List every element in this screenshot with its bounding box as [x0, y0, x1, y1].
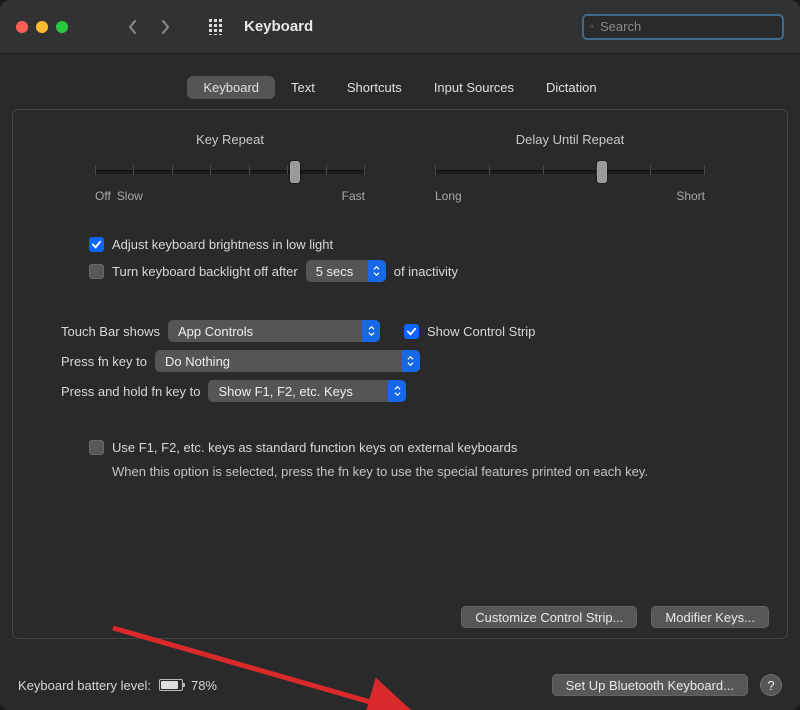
window-title: Keyboard [244, 18, 313, 35]
label-inactivity: of inactivity [394, 264, 458, 279]
label-backlight-off: Turn keyboard backlight off after [112, 264, 298, 279]
checkbox-backlight-off[interactable] [89, 264, 104, 279]
delay-repeat-label: Delay Until Repeat [435, 132, 705, 147]
keyboard-panel: Key Repeat Off Slow Fast Delay Until Repe… [12, 109, 788, 639]
key-repeat-block: Key Repeat Off Slow Fast [95, 132, 365, 203]
row-use-fkeys: Use F1, F2, etc. keys as standard functi… [89, 440, 769, 455]
tab-bar: Keyboard Text Shortcuts Input Sources Di… [12, 76, 788, 99]
preferences-window: Keyboard Keyboard Text Shortcuts Input S… [0, 0, 800, 710]
key-repeat-slow: Slow [117, 189, 143, 203]
select-touchbar[interactable]: App Controls [168, 320, 380, 342]
select-backlight-duration[interactable]: 5 secs [306, 260, 386, 282]
close-button[interactable] [16, 21, 28, 33]
key-repeat-label: Key Repeat [95, 132, 365, 147]
delay-repeat-slider[interactable] [435, 157, 705, 185]
row-backlight-off: Turn keyboard backlight off after 5 secs… [89, 260, 769, 282]
delay-repeat-long: Long [435, 189, 462, 203]
delay-repeat-short: Short [676, 189, 705, 203]
window-controls [16, 21, 68, 33]
checkmark-icon [406, 326, 417, 337]
row-adjust-brightness: Adjust keyboard brightness in low light [89, 237, 769, 252]
row-fn: Press fn key to Do Nothing [61, 350, 769, 372]
maximize-button[interactable] [56, 21, 68, 33]
delay-repeat-block: Delay Until Repeat Long Short [435, 132, 705, 203]
tab-shortcuts[interactable]: Shortcuts [331, 76, 418, 99]
label-adjust-brightness: Adjust keyboard brightness in low light [112, 237, 333, 252]
tab-dictation[interactable]: Dictation [530, 76, 613, 99]
key-repeat-off: Off [95, 189, 111, 203]
search-icon [590, 20, 594, 33]
updown-icon [368, 260, 386, 282]
back-button[interactable] [122, 16, 144, 38]
search-input[interactable] [600, 19, 776, 34]
label-fn: Press fn key to [61, 354, 147, 369]
label-hold-fn: Press and hold fn key to [61, 384, 200, 399]
search-field[interactable] [582, 14, 784, 40]
minimize-button[interactable] [36, 21, 48, 33]
help-use-fkeys: When this option is selected, press the … [112, 463, 752, 482]
select-hold-fn[interactable]: Show F1, F2, etc. Keys [208, 380, 406, 402]
forward-button[interactable] [154, 16, 176, 38]
checkbox-show-control-strip[interactable] [404, 324, 419, 339]
modifier-keys-button[interactable]: Modifier Keys... [651, 606, 769, 628]
customize-control-strip-button[interactable]: Customize Control Strip... [461, 606, 637, 628]
help-button[interactable]: ? [760, 674, 782, 696]
updown-icon [388, 380, 406, 402]
battery-icon [159, 679, 183, 691]
footer: Keyboard battery level: 78% Set Up Bluet… [0, 660, 800, 710]
label-use-fkeys: Use F1, F2, etc. keys as standard functi… [112, 440, 517, 455]
updown-icon [362, 320, 380, 342]
checkbox-adjust-brightness[interactable] [89, 237, 104, 252]
battery-label: Keyboard battery level: [18, 678, 151, 693]
battery-percent: 78% [191, 678, 217, 693]
tab-text[interactable]: Text [275, 76, 331, 99]
row-touchbar: Touch Bar shows App Controls Show Contro… [61, 320, 769, 342]
row-hold-fn: Press and hold fn key to Show F1, F2, et… [61, 380, 769, 402]
tab-keyboard[interactable]: Keyboard [187, 76, 275, 99]
key-repeat-fast: Fast [342, 189, 365, 203]
titlebar: Keyboard [0, 0, 800, 54]
show-all-button[interactable] [206, 16, 228, 38]
select-fn[interactable]: Do Nothing [155, 350, 420, 372]
bluetooth-keyboard-button[interactable]: Set Up Bluetooth Keyboard... [552, 674, 748, 696]
checkmark-icon [91, 239, 102, 250]
checkbox-use-fkeys[interactable] [89, 440, 104, 455]
content: Keyboard Text Shortcuts Input Sources Di… [0, 54, 800, 639]
key-repeat-slider[interactable] [95, 157, 365, 185]
label-show-control-strip: Show Control Strip [427, 324, 535, 339]
updown-icon [402, 350, 420, 372]
tab-input-sources[interactable]: Input Sources [418, 76, 530, 99]
label-touchbar: Touch Bar shows [61, 324, 160, 339]
